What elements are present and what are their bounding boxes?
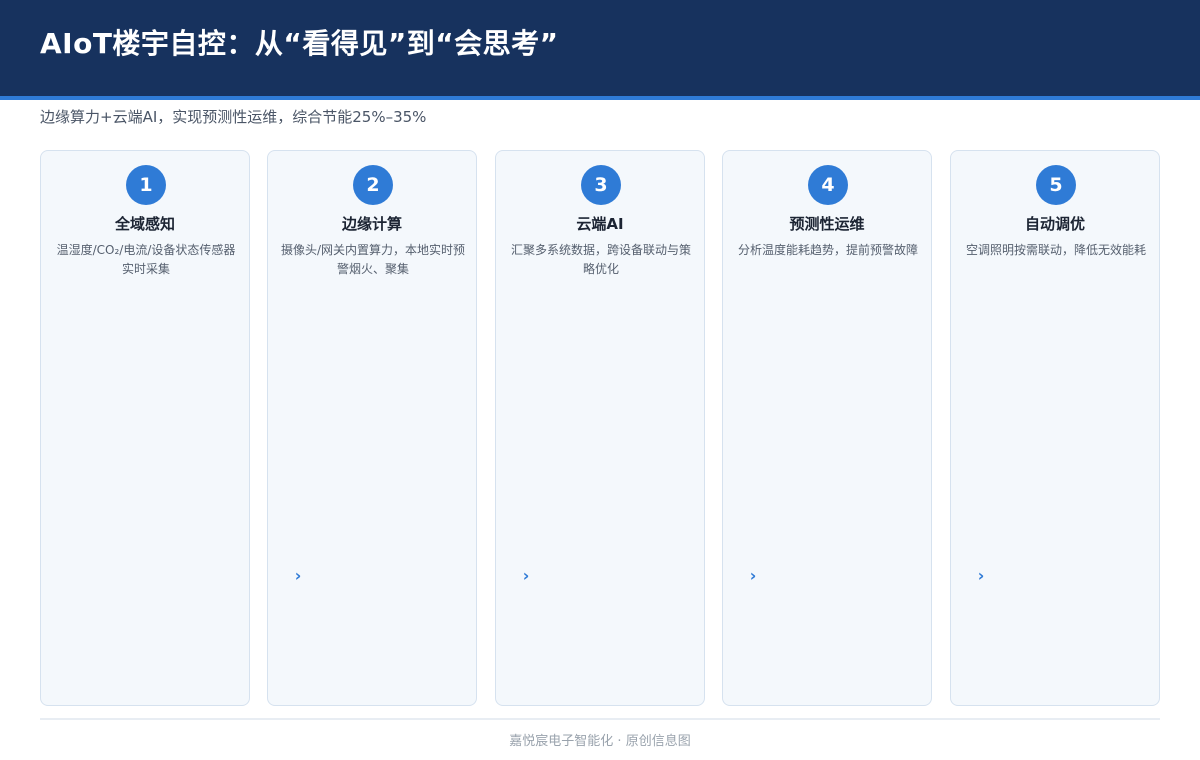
step-description: 分析温度能耗趋势，提前预警故障 xyxy=(737,243,918,257)
chevron-right-icon: › xyxy=(977,566,985,585)
header-banner: AIoT楼宇自控：从“看得见”到“会思考” xyxy=(0,0,1200,100)
step-card-3: 3 云端AI 汇聚多系统数据，跨设备联动与策略优化 xyxy=(495,150,705,706)
step-title: 预测性运维 xyxy=(789,215,865,233)
chevron-right-icon: › xyxy=(522,566,530,585)
step-number-badge: 4 xyxy=(808,165,848,205)
step-card-1: 1 全域感知 温湿度/CO₂/电流/设备状态传感器实时采集 xyxy=(40,150,250,706)
chevron-right-icon: › xyxy=(749,566,757,585)
step-card-4: 4 预测性运维 分析温度能耗趋势，提前预警故障 xyxy=(722,150,932,706)
step-number-badge: 5 xyxy=(1036,165,1076,205)
step-title: 云端AI xyxy=(576,215,624,233)
chevron-right-icon: › xyxy=(294,566,302,585)
step-description: 摄像头/网关内置算力，本地实时预警烟火、聚集 xyxy=(280,243,466,276)
step-description: 温湿度/CO₂/电流/设备状态传感器实时采集 xyxy=(56,243,236,276)
step-card-5: 5 自动调优 空调照明按需联动，降低无效能耗 xyxy=(950,150,1160,706)
process-flow: 1 全域感知 温湿度/CO₂/电流/设备状态传感器实时采集 2 边缘计算 摄像头… xyxy=(40,150,1160,706)
step-number-badge: 2 xyxy=(353,165,393,205)
step-number-badge: 1 xyxy=(126,165,166,205)
step-description: 空调照明按需联动，降低无效能耗 xyxy=(965,243,1146,257)
step-title: 自动调优 xyxy=(1024,215,1085,233)
step-title: 全域感知 xyxy=(114,215,175,233)
step-description: 汇聚多系统数据，跨设备联动与策略优化 xyxy=(510,243,691,276)
footer-divider xyxy=(40,718,1160,720)
step-title: 边缘计算 xyxy=(341,215,402,233)
step-card-2: 2 边缘计算 摄像头/网关内置算力，本地实时预警烟火、聚集 xyxy=(267,150,477,706)
page-title: AIoT楼宇自控：从“看得见”到“会思考” xyxy=(40,27,559,60)
footer-credit: 嘉悦宸电子智能化 · 原创信息图 xyxy=(509,734,691,749)
step-number-badge: 3 xyxy=(581,165,621,205)
page-subtitle: 边缘算力+云端AI，实现预测性运维，综合节能25%–35% xyxy=(40,108,427,126)
